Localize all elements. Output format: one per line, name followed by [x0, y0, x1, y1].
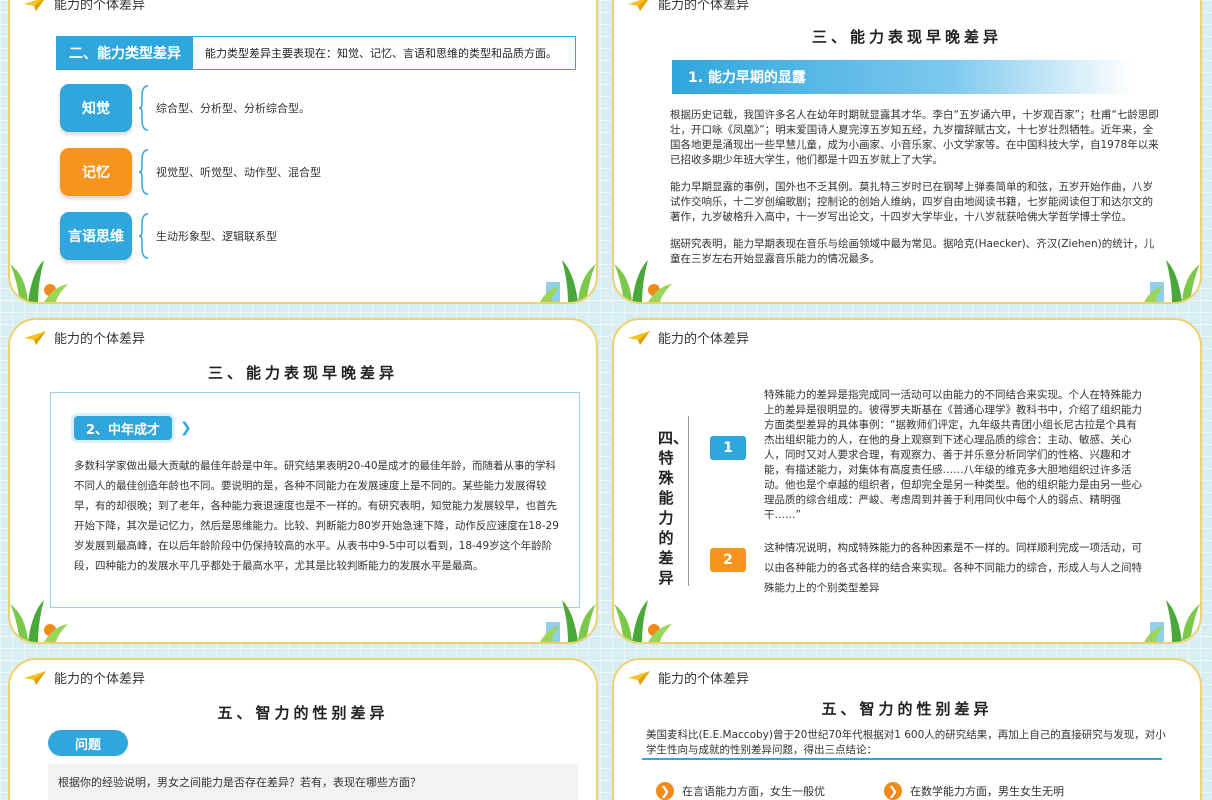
chevron-right-icon: ❯	[884, 782, 902, 800]
slide-title: 五、智力的性别差异	[217, 704, 389, 722]
brace-icon	[138, 149, 149, 195]
brace-icon	[138, 213, 149, 259]
slide-title: 三、能力表现早晚差异	[811, 28, 1002, 46]
slide-midlife-success[interactable]: 能力的个体差异 三、能力表现早晚差异 2、中年成才 ❯ 多数科学家做出最大贡献的…	[8, 318, 598, 644]
question-pill: 问题	[48, 730, 128, 756]
point-number-1: 1	[710, 436, 746, 460]
conclusion-text-2: 在数学能力方面，男生女生无明	[910, 785, 1064, 798]
slide-header: 能力的个体差异	[24, 668, 145, 687]
section-banner: 1. 能力早期的显露	[672, 60, 1132, 94]
slide-title: 三、能力表现早晚差异	[207, 364, 398, 382]
chevron-right-icon: ❯	[180, 420, 192, 436]
plant-decoration-icon	[614, 260, 672, 302]
slide-header: 能力的个体差异	[628, 328, 749, 347]
slide-special-ability[interactable]: 能力的个体差异 四、特殊能力的差异 1 2 特殊能力的差异是指完成同一活动可以由…	[612, 318, 1202, 644]
memory-pill: 记忆	[60, 148, 132, 196]
header-label: 能力的个体差异	[658, 0, 750, 13]
header-label: 能力的个体差异	[54, 672, 146, 687]
plant-decoration-icon	[1144, 600, 1200, 642]
banner-description: 能力类型差异主要表现在：知觉、记忆、言语和思维的类型和品质方面。	[205, 47, 557, 60]
slide-gender-question[interactable]: 能力的个体差异 五、智力的性别差异 问题 根据你的经验说明，男女之间能力是否存在…	[8, 658, 598, 800]
conclusion-text-1: 在言语能力方面，女生一般优	[682, 785, 825, 798]
paragraph-3: 据研究表明，能力早期表现在音乐与绘画领域中最为常见。据哈克(Haecker)、齐…	[670, 238, 1155, 265]
header-label: 能力的个体差异	[658, 332, 750, 347]
plant-decoration-icon	[540, 260, 596, 302]
conclusion-item-2: ❯ 在数学能力方面，男生女生无明	[884, 782, 1064, 800]
slide-title: 五、智力的性别差异	[821, 700, 993, 718]
paper-plane-icon	[24, 670, 46, 685]
slide-body: 美国麦科比(E.E.Maccoby)曾于20世纪70年代根据对1 600人的研究…	[646, 729, 1166, 756]
conclusion-item-1: ❯ 在言语能力方面，女生一般优	[656, 782, 825, 800]
slide-body: 多数科学家做出最大贡献的最佳年龄是中年。研究结果表明20-40是成才的最佳年龄，…	[74, 460, 559, 572]
question-text: 根据你的经验说明，男女之间能力是否存在差异？若有，表现在哪些方面？	[48, 764, 578, 800]
memory-types: 视觉型、听觉型、动作型、混合型	[156, 166, 321, 179]
perception-pill: 知觉	[60, 84, 132, 132]
paper-plane-icon	[628, 0, 648, 11]
type-row-memory: 记忆 视觉型、听觉型、动作型、混合型	[60, 148, 321, 196]
plant-decoration-icon	[540, 600, 596, 642]
point-2-text: 这种情况说明，构成特殊能力的各种因素是不一样的。同样顺利完成一项活动，可以由各种…	[764, 542, 1142, 594]
slide-header: 能力的个体差异	[24, 328, 145, 347]
brace-icon	[138, 85, 149, 131]
paper-plane-icon	[628, 670, 650, 685]
perception-types: 综合型、分析型、分析综合型。	[156, 102, 310, 115]
point-1-text: 特殊能力的差异是指完成同一活动可以由能力的不同结合来实现。个人在特殊能力上的差异…	[764, 389, 1142, 521]
section-badge: 2、中年成才	[74, 416, 173, 440]
divider-line	[642, 758, 1162, 760]
slide-ability-types[interactable]: 能力的个体差异 二、能力类型差异 能力类型差异主要表现在：知觉、记忆、言语和思维…	[8, 0, 598, 304]
divider-line	[688, 416, 689, 586]
slide-header: 能力的个体差异	[628, 668, 749, 687]
header-label: 能力的个体差异	[54, 0, 146, 13]
header-label: 能力的个体差异	[54, 332, 146, 347]
plant-decoration-icon	[614, 600, 672, 642]
type-row-perception: 知觉 综合型、分析型、分析综合型。	[60, 84, 310, 132]
point-number-2: 2	[710, 548, 746, 572]
type-row-verbal-thinking: 言语思维 生动形象型、逻辑联系型	[60, 212, 277, 260]
plant-decoration-icon	[10, 260, 68, 302]
paragraph-1: 根据历史记载，我国许多名人在幼年时期就显露其才华。李白“五岁诵六甲，十岁观百家”…	[670, 109, 1159, 166]
slide-gender-conclusions[interactable]: 能力的个体差异 五、智力的性别差异 美国麦科比(E.E.Maccoby)曾于20…	[612, 658, 1202, 800]
verbal-thinking-pill: 言语思维	[60, 212, 132, 260]
slide-body: 根据历史记载，我国许多名人在幼年时期就显露其才华。李白“五岁诵六甲，十岁观百家”…	[670, 108, 1160, 279]
slide-early-ability[interactable]: 能力的个体差异 三、能力表现早晚差异 1. 能力早期的显露 根据历史记载，我国许…	[612, 0, 1202, 304]
plant-decoration-icon	[1144, 260, 1200, 302]
slide-header: 能力的个体差异	[628, 0, 749, 13]
header-label: 能力的个体差异	[658, 672, 750, 687]
paper-plane-icon	[24, 0, 44, 11]
plant-decoration-icon	[10, 600, 68, 642]
verbal-thinking-types: 生动形象型、逻辑联系型	[156, 230, 277, 243]
paper-plane-icon	[24, 330, 46, 345]
paper-plane-icon	[628, 330, 650, 345]
vertical-section-title: 四、特殊能力的差异	[658, 429, 689, 587]
banner-tag: 二、能力类型差异	[57, 37, 193, 69]
paragraph-2: 能力早期显露的事例，国外也不乏其例。莫扎特三岁时已在钢琴上弹奏简单的和弦，五岁开…	[670, 181, 1153, 223]
slide-header: 能力的个体差异	[24, 0, 145, 13]
chevron-right-icon: ❯	[656, 782, 674, 800]
ability-type-banner: 二、能力类型差异 能力类型差异主要表现在：知觉、记忆、言语和思维的类型和品质方面…	[56, 36, 576, 70]
